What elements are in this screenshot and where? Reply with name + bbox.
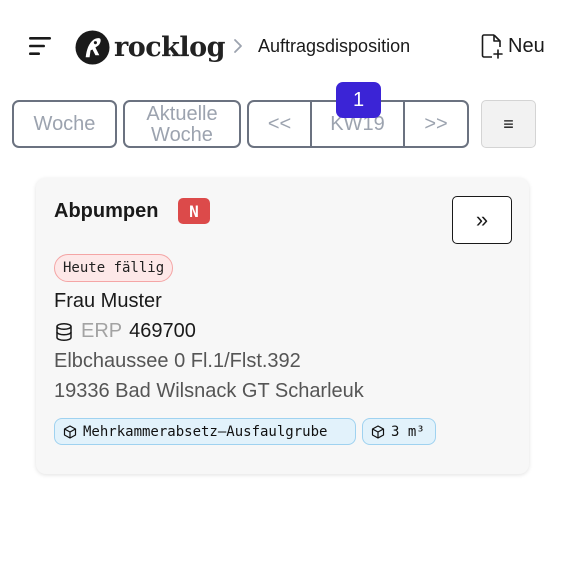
customer-name: Frau Muster xyxy=(54,290,162,312)
address-line-2: 19336 Bad Wilsnack GT Scharleuk xyxy=(54,380,364,402)
cube-icon xyxy=(371,424,385,439)
new-document-icon xyxy=(481,34,503,59)
erp-reference: ERP 469700 xyxy=(54,320,196,343)
tank-type-chip: Mehrkammerabsetz–Ausfaulgrube xyxy=(54,418,356,445)
breadcrumb-current: Auftragsdisposition xyxy=(258,36,411,56)
menu-icon[interactable] xyxy=(29,36,53,56)
tank-type-label: Mehrkammerabsetz–Ausfaulgrube xyxy=(83,423,328,440)
previous-week-button[interactable]: << xyxy=(249,102,312,146)
current-week-button[interactable]: Aktuelle Woche xyxy=(123,100,241,148)
order-title: Abpumpen xyxy=(54,200,159,222)
database-icon xyxy=(56,322,72,341)
chevron-right-icon xyxy=(234,39,242,53)
brand-logo[interactable]: rocklog xyxy=(75,29,226,65)
volume-chip: 3 m³ xyxy=(362,418,436,445)
next-week-button[interactable]: >> xyxy=(405,102,467,146)
due-badge: Heute fällig xyxy=(54,254,174,282)
list-view-button[interactable]: ≡ xyxy=(481,100,536,148)
new-tag-badge: N xyxy=(178,198,210,224)
erp-number: 469700 xyxy=(129,320,196,342)
order-card[interactable]: Abpumpen N » Heute fällig Frau Muster ER… xyxy=(36,178,529,474)
erp-label: ERP xyxy=(81,320,123,342)
new-order-label: Neu xyxy=(508,34,545,57)
new-order-button[interactable]: Neu xyxy=(479,33,545,59)
cube-icon xyxy=(63,424,77,439)
brand-name: rocklog xyxy=(114,31,226,63)
rocklog-logo-icon xyxy=(75,29,110,65)
week-view-button[interactable]: Woche xyxy=(12,100,117,148)
week-count-badge: 1 xyxy=(336,82,381,118)
open-order-button[interactable]: » xyxy=(452,196,512,244)
volume-label: 3 m³ xyxy=(391,423,425,440)
address-line-1: Elbchaussee 0 Fl.1/Flst.392 xyxy=(54,350,301,372)
